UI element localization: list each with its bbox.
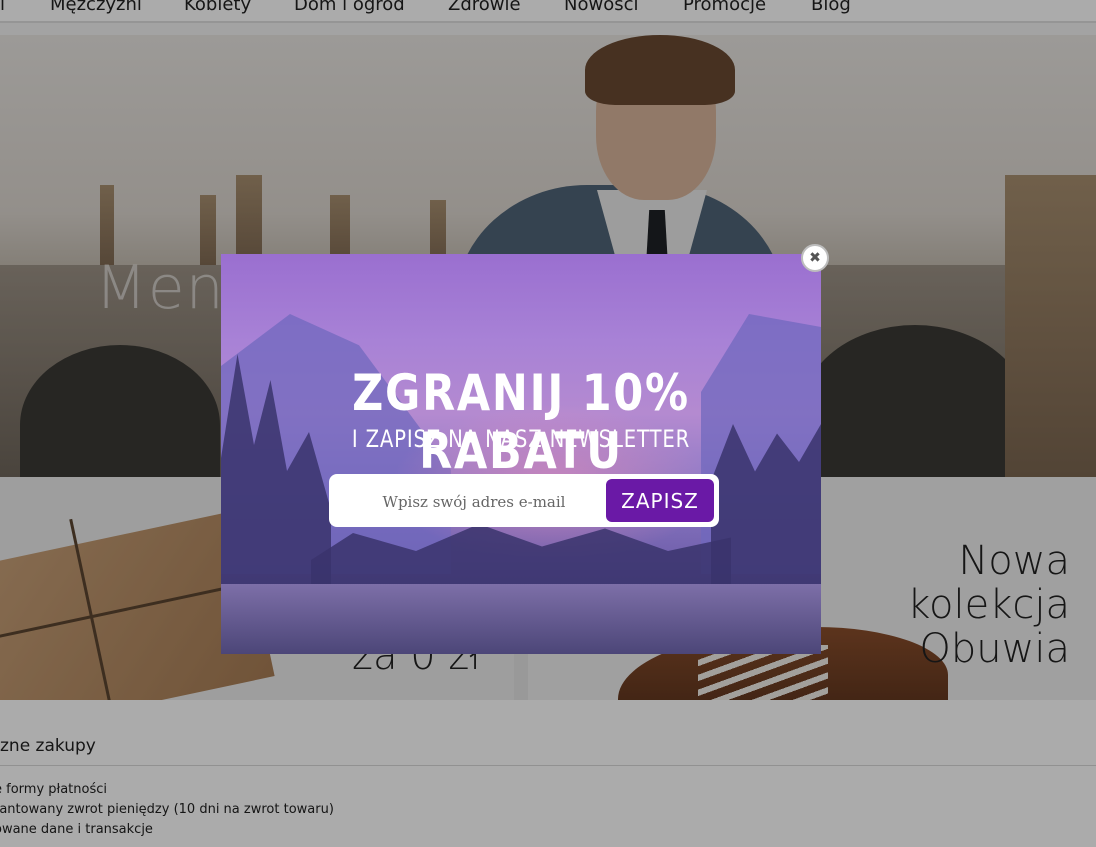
newsletter-popup: ZGRANIJ 10% RABATU I ZAPISZ NA NASZ NEWS… bbox=[221, 254, 821, 654]
email-field[interactable] bbox=[339, 482, 609, 521]
popup-subtitle: I ZAPISZ NA NASZ NEWSLETTER bbox=[351, 425, 691, 453]
subscribe-button[interactable]: ZAPISZ bbox=[606, 479, 714, 522]
close-popup-button[interactable]: ✖ bbox=[801, 244, 829, 272]
newsletter-form: ZAPISZ bbox=[329, 474, 719, 527]
popup-title: ZGRANIJ 10% RABATU bbox=[352, 364, 690, 480]
popup-river bbox=[221, 584, 821, 654]
close-icon: ✖ bbox=[809, 250, 821, 266]
